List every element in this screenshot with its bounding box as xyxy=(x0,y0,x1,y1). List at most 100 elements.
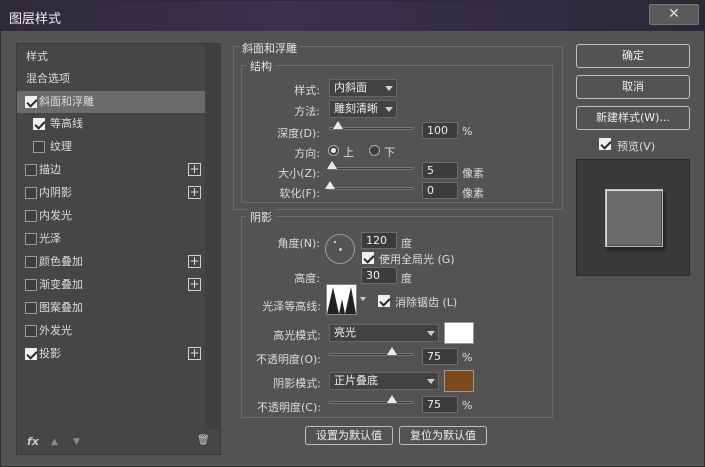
move-down-icon[interactable]: ▼ xyxy=(73,437,80,447)
set-default-button[interactable]: 设置为默认值 xyxy=(305,426,393,445)
altitude-field[interactable]: 30 xyxy=(361,267,397,284)
depth-slider-thumb[interactable] xyxy=(333,121,344,129)
highlight-opacity-unit: % xyxy=(462,351,473,364)
style-checkbox[interactable] xyxy=(33,118,45,130)
style-item-label: 渐变叠加 xyxy=(39,278,83,291)
soften-slider-thumb[interactable] xyxy=(325,181,335,189)
title-bar: 图层样式 ✕ xyxy=(1,1,705,31)
size-field[interactable]: 5 xyxy=(422,162,458,179)
move-up-icon[interactable]: ▲ xyxy=(51,437,58,447)
settings-panel: 斜面和浮雕 结构 样式: 内斜面 方法: 雕刻清晰 深度(D): 100 % 方… xyxy=(233,38,563,450)
new-style-button[interactable]: 新建样式(W)... xyxy=(576,106,690,130)
direction-label: 方向: xyxy=(294,147,320,160)
style-select[interactable]: 内斜面 xyxy=(329,79,397,97)
ok-button[interactable]: 确定 xyxy=(576,44,690,68)
style-list-item[interactable]: 图案叠加 xyxy=(17,297,205,319)
style-label: 样式: xyxy=(294,84,320,97)
antialias-label: 消除锯齿 (L) xyxy=(395,296,458,309)
style-checkbox[interactable] xyxy=(25,233,37,245)
style-checkbox[interactable] xyxy=(25,187,37,199)
size-label: 大小(Z): xyxy=(278,167,320,180)
style-list-item[interactable]: 投影 + xyxy=(17,343,205,365)
style-checkbox[interactable] xyxy=(25,279,37,291)
direction-up-label: 上 xyxy=(343,146,354,159)
style-list-item[interactable]: 外发光 xyxy=(17,320,205,342)
style-item-label: 斜面和浮雕 xyxy=(39,95,94,108)
style-list-item[interactable]: 混合选项 xyxy=(17,68,205,90)
style-list-item[interactable]: 纹理 xyxy=(17,136,205,158)
add-icon[interactable]: + xyxy=(188,186,201,199)
highlight-color-swatch[interactable] xyxy=(444,322,474,344)
style-list-item[interactable]: 描边 + xyxy=(17,159,205,181)
style-list-item[interactable]: 颜色叠加 + xyxy=(17,251,205,273)
shadow-mode-select[interactable]: 正片叠底 xyxy=(329,372,439,390)
angle-label: 角度(N): xyxy=(277,237,320,250)
antialias-checkbox[interactable] xyxy=(378,295,390,307)
close-button[interactable]: ✕ xyxy=(649,4,699,25)
shadow-opacity-field[interactable]: 75 xyxy=(422,396,458,413)
global-light-label: 使用全局光 (G) xyxy=(379,253,455,266)
style-checkbox[interactable] xyxy=(25,96,37,108)
highlight-mode-select[interactable]: 亮光 xyxy=(329,324,439,342)
highlight-opacity-slider[interactable] xyxy=(329,347,413,356)
size-slider-thumb[interactable] xyxy=(326,161,337,169)
chevron-down-icon[interactable] xyxy=(360,297,366,301)
style-checkbox[interactable] xyxy=(25,210,37,222)
add-icon[interactable]: + xyxy=(188,347,201,360)
angle-unit: 度 xyxy=(401,237,412,250)
style-list-item[interactable]: 光泽 xyxy=(17,228,205,250)
soften-field[interactable]: 0 xyxy=(422,182,458,199)
direction-down-radio[interactable] xyxy=(369,145,380,156)
shadow-opacity-unit: % xyxy=(462,399,473,412)
soften-label: 软化(F): xyxy=(279,187,320,200)
add-icon[interactable]: + xyxy=(188,278,201,291)
style-checkbox[interactable] xyxy=(25,325,37,337)
highlight-opacity-thumb[interactable] xyxy=(386,347,397,355)
angle-dial-indicator xyxy=(334,241,336,243)
add-icon[interactable]: + xyxy=(188,255,201,268)
trash-icon[interactable]: 🗑 xyxy=(197,435,210,446)
style-checkbox[interactable] xyxy=(25,164,37,176)
style-list-item[interactable]: 内发光 xyxy=(17,205,205,227)
style-checkbox[interactable] xyxy=(25,348,37,360)
cancel-button[interactable]: 取消 xyxy=(576,75,690,99)
size-slider[interactable] xyxy=(326,161,413,170)
add-icon[interactable]: + xyxy=(188,163,201,176)
styles-list-scrollbar[interactable] xyxy=(205,44,221,430)
dialog-title: 图层样式 xyxy=(9,12,62,27)
shadow-opacity-thumb[interactable] xyxy=(386,395,397,403)
style-item-label: 投影 xyxy=(39,347,61,360)
depth-field[interactable]: 100 xyxy=(422,122,458,139)
gloss-contour-icon xyxy=(327,287,356,314)
angle-field[interactable]: 120 xyxy=(361,232,397,249)
style-item-label: 描边 xyxy=(39,163,61,176)
right-panel: 确定 取消 新建样式(W)... 预览(V) xyxy=(576,44,691,284)
shadow-color-swatch[interactable] xyxy=(444,370,474,392)
reset-default-button[interactable]: 复位为默认值 xyxy=(399,426,487,445)
altitude-unit: 度 xyxy=(401,272,412,285)
style-checkbox[interactable] xyxy=(33,141,45,153)
highlight-mode-value: 亮光 xyxy=(334,326,356,339)
shadow-opacity-slider[interactable] xyxy=(329,395,413,404)
style-checkbox[interactable] xyxy=(25,256,37,268)
shading-title: 阴影 xyxy=(247,209,275,225)
fx-icon[interactable]: fx xyxy=(27,435,39,448)
style-list-item[interactable]: 内阴影 + xyxy=(17,182,205,204)
gloss-contour-picker[interactable] xyxy=(326,284,357,315)
style-list-item[interactable]: 等高线 xyxy=(17,113,205,135)
technique-select[interactable]: 雕刻清晰 xyxy=(329,100,397,118)
chevron-down-icon xyxy=(385,86,393,91)
style-list-item[interactable]: 样式 xyxy=(17,46,205,68)
angle-dial[interactable] xyxy=(325,234,355,264)
soften-slider[interactable] xyxy=(325,181,413,190)
highlight-opacity-field[interactable]: 75 xyxy=(422,348,458,365)
size-unit: 像素 xyxy=(462,167,484,180)
preview-checkbox[interactable] xyxy=(599,138,611,150)
global-light-checkbox[interactable] xyxy=(362,252,374,264)
depth-slider[interactable] xyxy=(329,121,413,130)
direction-up-radio[interactable] xyxy=(328,145,339,156)
style-checkbox[interactable] xyxy=(25,302,37,314)
style-list-item[interactable]: 渐变叠加 + xyxy=(17,274,205,296)
soften-unit: 像素 xyxy=(462,187,484,200)
style-list-item[interactable]: 斜面和浮雕 xyxy=(17,91,205,113)
